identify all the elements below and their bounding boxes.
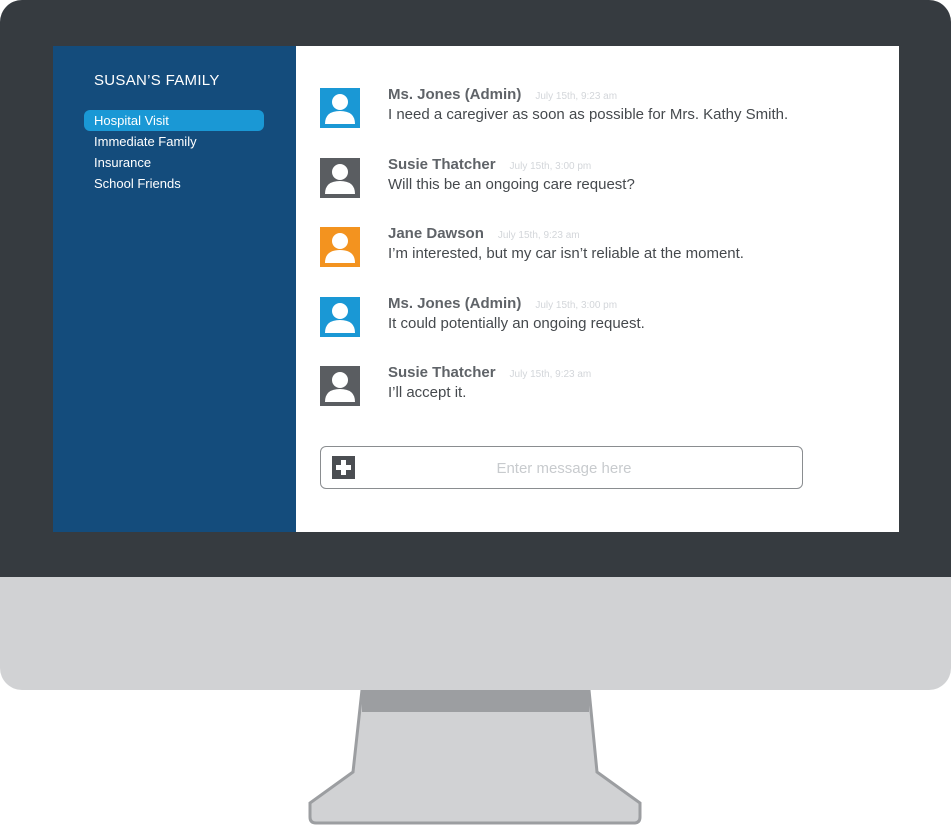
- message-author: Ms. Jones (Admin): [388, 86, 522, 103]
- sidebar-item-insurance[interactable]: Insurance: [84, 152, 264, 173]
- sidebar-item-immediate-family[interactable]: Immediate Family: [84, 131, 264, 152]
- message-author: Susie Thatcher: [388, 364, 496, 381]
- sidebar: SUSAN’S FAMILY Hospital Visit Immediate …: [53, 46, 296, 532]
- user-avatar-icon[interactable]: [320, 366, 360, 406]
- user-avatar-icon[interactable]: [320, 88, 360, 128]
- message-timestamp: July 15th, 3:00 pm: [509, 160, 592, 172]
- message-item: Jane Dawson July 15th, 9:23 am I’m intere…: [320, 223, 880, 293]
- screen: SUSAN’S FAMILY Hospital Visit Immediate …: [53, 46, 899, 532]
- message-item: Ms. Jones (Admin) July 15th, 9:23 am I ne…: [320, 84, 880, 154]
- message-text: Will this be an ongoing care request?: [388, 175, 635, 193]
- user-avatar-icon[interactable]: [320, 296, 360, 337]
- message-header: Susie Thatcher July 15th, 9:23 am: [388, 364, 591, 382]
- sidebar-item-hospital-visit[interactable]: Hospital Visit: [84, 110, 264, 131]
- group-title: SUSAN’S FAMILY: [94, 72, 220, 89]
- message-timestamp: July 15th, 3:00 pm: [535, 299, 618, 311]
- message-author: Jane Dawson: [388, 225, 484, 242]
- message-composer: [320, 446, 803, 489]
- sidebar-nav: Hospital Visit Immediate Family Insuranc…: [84, 110, 264, 194]
- plus-icon[interactable]: [332, 456, 355, 479]
- message-item: Ms. Jones (Admin) July 15th, 3:00 pm It c…: [320, 293, 880, 363]
- user-avatar-icon[interactable]: [320, 157, 360, 198]
- message-text: I’ll accept it.: [388, 384, 467, 401]
- message-header: Ms. Jones (Admin) July 15th, 3:00 pm: [388, 295, 617, 313]
- user-avatar-icon[interactable]: [320, 227, 360, 267]
- message-timestamp: July 15th, 9:23 am: [535, 91, 618, 102]
- message-timestamp: July 15th, 9:23 am: [509, 369, 592, 380]
- message-list: Ms. Jones (Admin) July 15th, 9:23 am I ne…: [320, 84, 880, 432]
- message-header: Susie Thatcher July 15th, 3:00 pm: [388, 156, 591, 174]
- message-text: I’m interested, but my car isn’t reliabl…: [388, 245, 744, 262]
- sidebar-item-school-friends[interactable]: School Friends: [84, 173, 264, 194]
- message-item: Susie Thatcher July 15th, 9:23 am I’ll ac…: [320, 362, 880, 432]
- monitor-chin: [0, 577, 951, 690]
- message-header: Ms. Jones (Admin) July 15th, 9:23 am: [388, 86, 617, 104]
- message-author: Susie Thatcher: [388, 155, 496, 173]
- message-text: I need a caregiver as soon as possible f…: [388, 106, 789, 123]
- monitor-neck-shadow: [362, 690, 589, 712]
- message-input[interactable]: [367, 454, 761, 482]
- message-timestamp: July 15th, 9:23 am: [497, 230, 580, 241]
- message-item: Susie Thatcher July 15th, 3:00 pm Will th…: [320, 154, 880, 224]
- message-header: Jane Dawson July 15th, 9:23 am: [388, 225, 580, 243]
- message-text: It could potentially an ongoing request.: [388, 314, 645, 332]
- message-author: Ms. Jones (Admin): [388, 294, 522, 312]
